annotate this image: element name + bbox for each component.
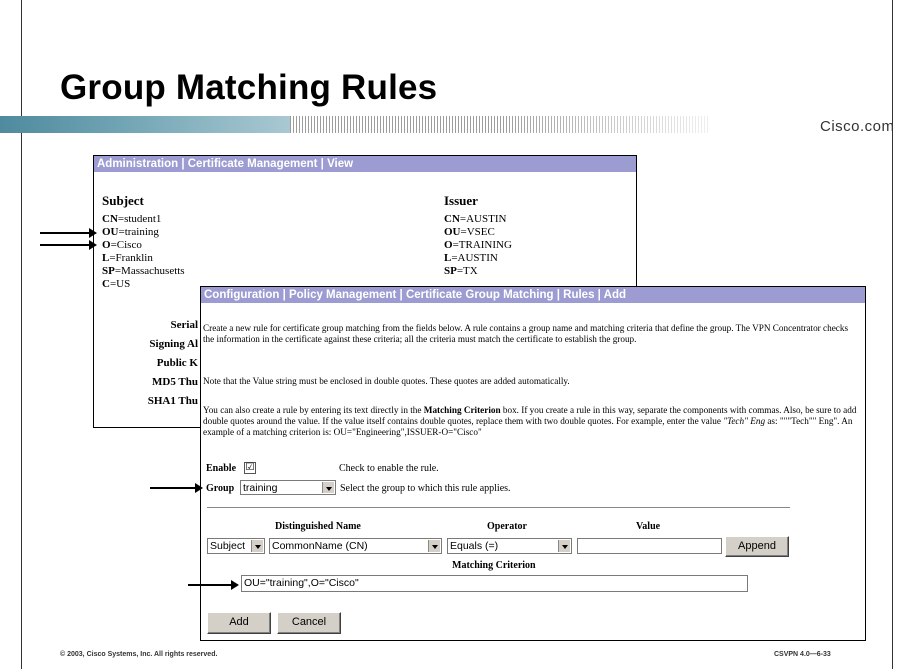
value-column-header: Value (636, 521, 661, 532)
operator-column-header: Operator (487, 521, 527, 532)
note-text: Note that the Value string must be enclo… (203, 376, 570, 386)
arrow-group (150, 483, 203, 493)
cancel-button[interactable]: Cancel (277, 612, 341, 634)
slide: Group Matching Rules Cisco.com Administr… (0, 0, 914, 669)
add-button[interactable]: Add (207, 612, 271, 634)
prop-sha1-thumbprint: SHA1 Thu (147, 395, 198, 407)
value-input[interactable] (577, 538, 722, 554)
issuer-heading: Issuer (444, 193, 478, 208)
title-band (0, 113, 914, 137)
issuer-o: O=TRAINING (444, 239, 512, 251)
append-button[interactable]: Append (725, 536, 789, 557)
subject-l: L=Franklin (102, 252, 153, 264)
issuer-ou: OU=VSEC (444, 226, 495, 238)
matching-criterion-label: Matching Criterion (452, 560, 536, 571)
matching-criterion-instructions: You can also create a rule by entering i… (203, 405, 857, 437)
subject-heading: Subject (102, 193, 144, 208)
prop-signing-algorithm: Signing Al (149, 338, 198, 350)
subject-sp: SP=Massachusetts (102, 265, 185, 277)
arrow-ou (40, 228, 97, 238)
issuer-l: L=AUSTIN (444, 252, 498, 264)
group-matching-rule-header: Configuration | Policy Management | Cert… (201, 287, 865, 303)
matching-criterion-input[interactable]: OU="training",O="Cisco" (241, 575, 748, 592)
dn-attribute-select[interactable]: CommonName (CN) (269, 538, 442, 554)
group-select-value: training (243, 482, 278, 494)
issuer-sp: SP=TX (444, 265, 478, 277)
slide-title: Group Matching Rules (60, 68, 438, 107)
issuer-cn: CN=AUSTIN (444, 213, 507, 225)
group-label: Group (206, 483, 235, 494)
dn-attribute-value: CommonName (CN) (272, 540, 368, 552)
enable-checkbox[interactable]: ☑ (244, 462, 256, 474)
subject-o: O=Cisco (102, 239, 142, 251)
subject-cn: CN=student1 (102, 213, 162, 225)
certificate-view-header: Administration | Certificate Management … (94, 156, 636, 172)
section-divider (207, 507, 790, 508)
chevron-down-icon (251, 540, 263, 552)
group-help: Select the group to which this rule appl… (340, 483, 511, 494)
arrow-criterion (188, 580, 239, 590)
cisco-logo: Cisco.com (820, 118, 895, 135)
intro-text: Create a new rule for certificate group … (203, 323, 849, 344)
dn-type-value: Subject (210, 540, 246, 552)
operator-value: Equals (=) (450, 540, 499, 552)
prop-serial: Serial (170, 319, 199, 331)
group-matching-rule-panel: Configuration | Policy Management | Cert… (200, 286, 866, 641)
operator-select[interactable]: Equals (=) (447, 538, 572, 554)
enable-label: Enable (206, 463, 237, 474)
matching-criterion-text: OU="training",O="Cisco" (244, 577, 359, 589)
prop-public-key: Public K (156, 357, 198, 369)
chevron-down-icon (322, 482, 334, 493)
chevron-down-icon (558, 540, 570, 552)
slide-border-right (892, 0, 893, 669)
arrow-o (40, 240, 97, 250)
dn-column-header: Distinguished Name (275, 521, 361, 532)
subject-c: C=US (102, 278, 131, 290)
slide-border-left (21, 0, 22, 669)
subject-ou: OU=training (102, 226, 159, 238)
prop-md5-thumbprint: MD5 Thu (152, 376, 198, 388)
course-id: CSVPN 4.0—6-33 (774, 651, 831, 658)
enable-help: Check to enable the rule. (339, 463, 439, 474)
dn-type-select[interactable]: Subject (207, 538, 265, 554)
chevron-down-icon (428, 540, 440, 552)
group-select[interactable]: training (240, 480, 336, 495)
copyright: © 2003, Cisco Systems, Inc. All rights r… (60, 651, 218, 658)
